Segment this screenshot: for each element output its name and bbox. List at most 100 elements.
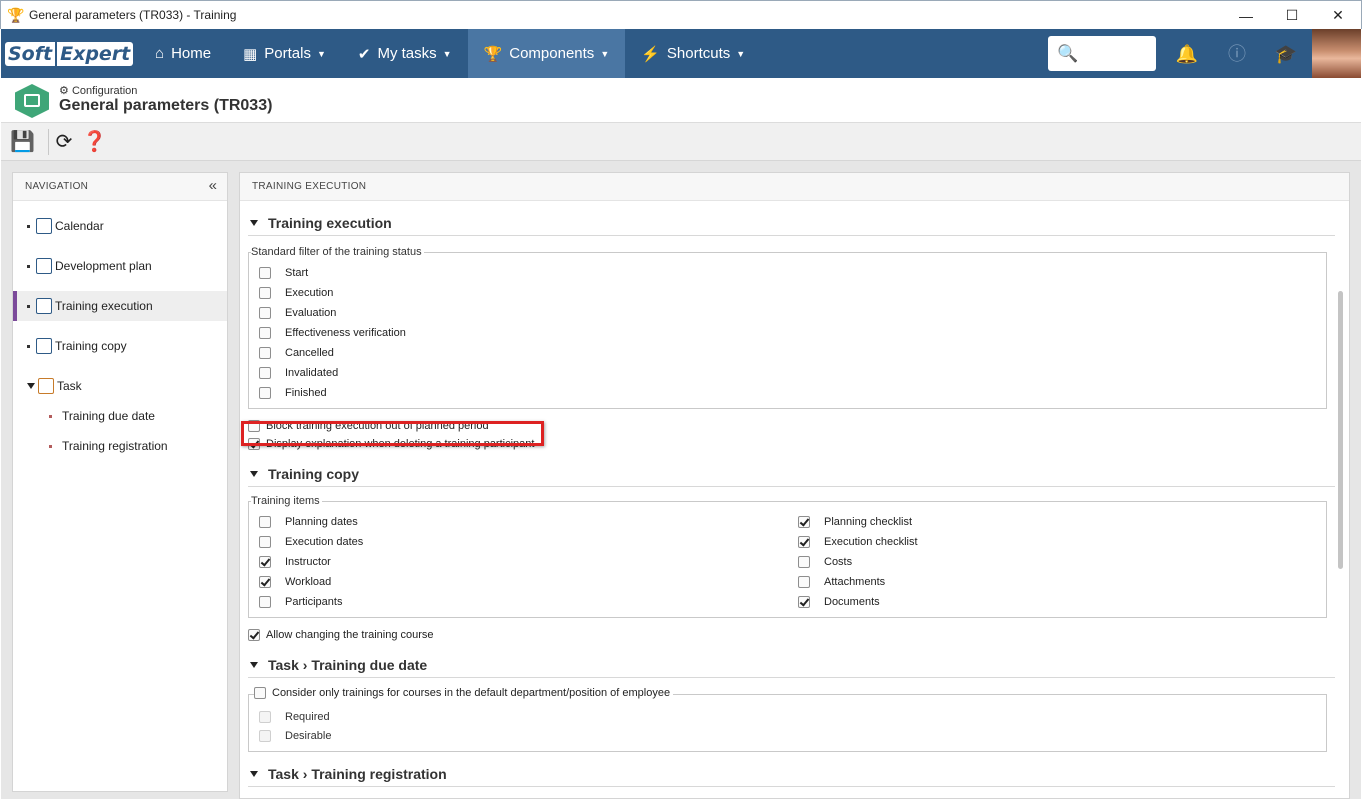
- nav-shortcuts[interactable]: ⚡ Shortcuts ▼: [625, 29, 761, 78]
- avatar[interactable]: [1312, 29, 1361, 78]
- checkbox[interactable]: [259, 307, 271, 319]
- checkbox-execution-dates[interactable]: Execution dates: [259, 533, 363, 551]
- maximize-button[interactable]: ☐: [1269, 1, 1315, 30]
- checkbox[interactable]: [259, 576, 271, 588]
- checkbox-planning-checklist[interactable]: Planning checklist: [798, 513, 912, 531]
- checkbox[interactable]: [259, 327, 271, 339]
- task-icon: [38, 378, 54, 394]
- nav-item-label: Task: [57, 379, 82, 393]
- checkbox-documents[interactable]: Documents: [798, 593, 880, 611]
- checkbox[interactable]: [798, 516, 810, 528]
- divider: [248, 786, 1335, 787]
- checkbox[interactable]: [259, 596, 271, 608]
- checkbox-label: Effectiveness verification: [285, 327, 406, 339]
- nav-subitem-training-due-date[interactable]: Training due date: [13, 401, 227, 431]
- highlight-box: [241, 421, 544, 446]
- section-title: Training execution: [268, 215, 392, 231]
- help-icon[interactable]: ⓘ: [1224, 41, 1250, 67]
- checkbox[interactable]: [259, 267, 271, 279]
- checkbox-invalidated[interactable]: Invalidated: [259, 364, 338, 382]
- nav-item-label: Calendar: [55, 219, 104, 233]
- checkbox-costs[interactable]: Costs: [798, 553, 852, 571]
- checkbox[interactable]: [798, 536, 810, 548]
- checkbox[interactable]: [259, 536, 271, 548]
- checkbox[interactable]: [798, 596, 810, 608]
- chevron-down-icon: ▼: [316, 48, 326, 59]
- chevron-down-icon: ▼: [442, 48, 452, 59]
- section-training-execution[interactable]: Training execution: [250, 213, 392, 233]
- checkbox[interactable]: [259, 516, 271, 528]
- nav-portals[interactable]: ▦ Portals ▼: [227, 29, 342, 78]
- bolt-icon: ⚡: [641, 45, 660, 63]
- minimize-button[interactable]: —: [1223, 1, 1269, 30]
- nav-portals-label: Portals: [264, 45, 311, 62]
- bullet: [27, 264, 30, 268]
- bullet: [27, 224, 30, 228]
- nav-item-training-copy[interactable]: Training copy: [13, 331, 227, 361]
- logo-soft: Soft: [5, 41, 56, 66]
- checkbox-evaluation[interactable]: Evaluation: [259, 304, 336, 322]
- breadcrumb-label: Configuration: [71, 85, 138, 97]
- checkbox-cancelled[interactable]: Cancelled: [259, 344, 334, 362]
- divider: [248, 677, 1335, 678]
- softexpert-logo[interactable]: Soft Expert: [5, 40, 134, 68]
- checkbox-execution[interactable]: Execution: [259, 284, 333, 302]
- checkbox-allow-changing-course[interactable]: Allow changing the training course: [248, 626, 434, 644]
- graduation-cap-icon[interactable]: 🎓: [1273, 41, 1299, 67]
- checkbox-finished[interactable]: Finished: [259, 384, 327, 402]
- checkbox[interactable]: [248, 629, 260, 641]
- checkbox-workload[interactable]: Workload: [259, 573, 331, 591]
- nav-my-tasks[interactable]: ✔ My tasks ▼: [342, 29, 468, 78]
- expand-icon[interactable]: [27, 383, 35, 389]
- checkbox[interactable]: [259, 387, 271, 399]
- checkbox-execution-checklist[interactable]: Execution checklist: [798, 533, 918, 551]
- section-title: Task › Training registration: [268, 766, 447, 782]
- checkbox-effectiveness-verification[interactable]: Effectiveness verification: [259, 324, 406, 342]
- nav-subitem-training-registration[interactable]: Training registration: [13, 431, 227, 461]
- nav-home[interactable]: ⌂ Home: [139, 29, 227, 78]
- nav-item-development-plan[interactable]: Development plan: [13, 251, 227, 281]
- nav-components[interactable]: 🏆 Components ▼: [467, 29, 626, 78]
- save-icon[interactable]: 💾: [10, 130, 35, 154]
- bell-icon[interactable]: 🔔: [1174, 41, 1200, 67]
- logo-expert: Expert: [57, 41, 134, 66]
- divider: [248, 486, 1335, 487]
- checkbox-planning-dates[interactable]: Planning dates: [259, 513, 358, 531]
- checkbox-required[interactable]: Required: [259, 708, 330, 726]
- checkbox[interactable]: [798, 576, 810, 588]
- navigation-header: NAVIGATION: [13, 173, 227, 201]
- checkbox-consider-only-trainings[interactable]: Consider only trainings for courses in t…: [254, 684, 674, 702]
- checkbox-label: Consider only trainings for courses in t…: [272, 687, 671, 699]
- checkbox[interactable]: [798, 556, 810, 568]
- section-training-copy[interactable]: Training copy: [250, 464, 359, 484]
- trophy-icon: 🏆: [483, 45, 503, 63]
- search-input[interactable]: 🔍: [1048, 36, 1156, 71]
- checkbox[interactable]: [259, 347, 271, 359]
- close-button[interactable]: ✕: [1315, 1, 1361, 30]
- group-legend: Training items: [251, 495, 322, 507]
- checkbox-instructor[interactable]: Instructor: [259, 553, 331, 571]
- collapse-icon[interactable]: «: [209, 177, 217, 194]
- calendar-icon: [36, 218, 52, 234]
- refresh-icon[interactable]: ⟳: [52, 130, 76, 154]
- nav-shortcuts-label: Shortcuts: [666, 45, 731, 62]
- checkbox-start[interactable]: Start: [259, 264, 308, 282]
- checkbox[interactable]: [259, 287, 271, 299]
- section-task-training-due-date[interactable]: Task › Training due date: [250, 655, 427, 675]
- checkbox[interactable]: [259, 711, 271, 723]
- nav-item-calendar[interactable]: Calendar: [13, 211, 227, 241]
- checkbox-attachments[interactable]: Attachments: [798, 573, 885, 591]
- checkbox-desirable[interactable]: Desirable: [259, 727, 331, 745]
- checkbox[interactable]: [259, 367, 271, 379]
- scrollbar[interactable]: [1338, 291, 1343, 569]
- nav-item-task[interactable]: Task: [13, 371, 227, 401]
- nav-item-training-execution[interactable]: Training execution: [13, 291, 227, 321]
- checkbox[interactable]: [259, 730, 271, 742]
- checkbox-participants[interactable]: Participants: [259, 593, 342, 611]
- help-icon[interactable]: ❓: [82, 130, 107, 154]
- checkbox[interactable]: [259, 556, 271, 568]
- checkbox[interactable]: [254, 687, 266, 699]
- checkbox-label: Evaluation: [285, 307, 337, 319]
- section-task-training-registration[interactable]: Task › Training registration: [250, 764, 447, 784]
- checkbox-label: Execution: [285, 287, 334, 299]
